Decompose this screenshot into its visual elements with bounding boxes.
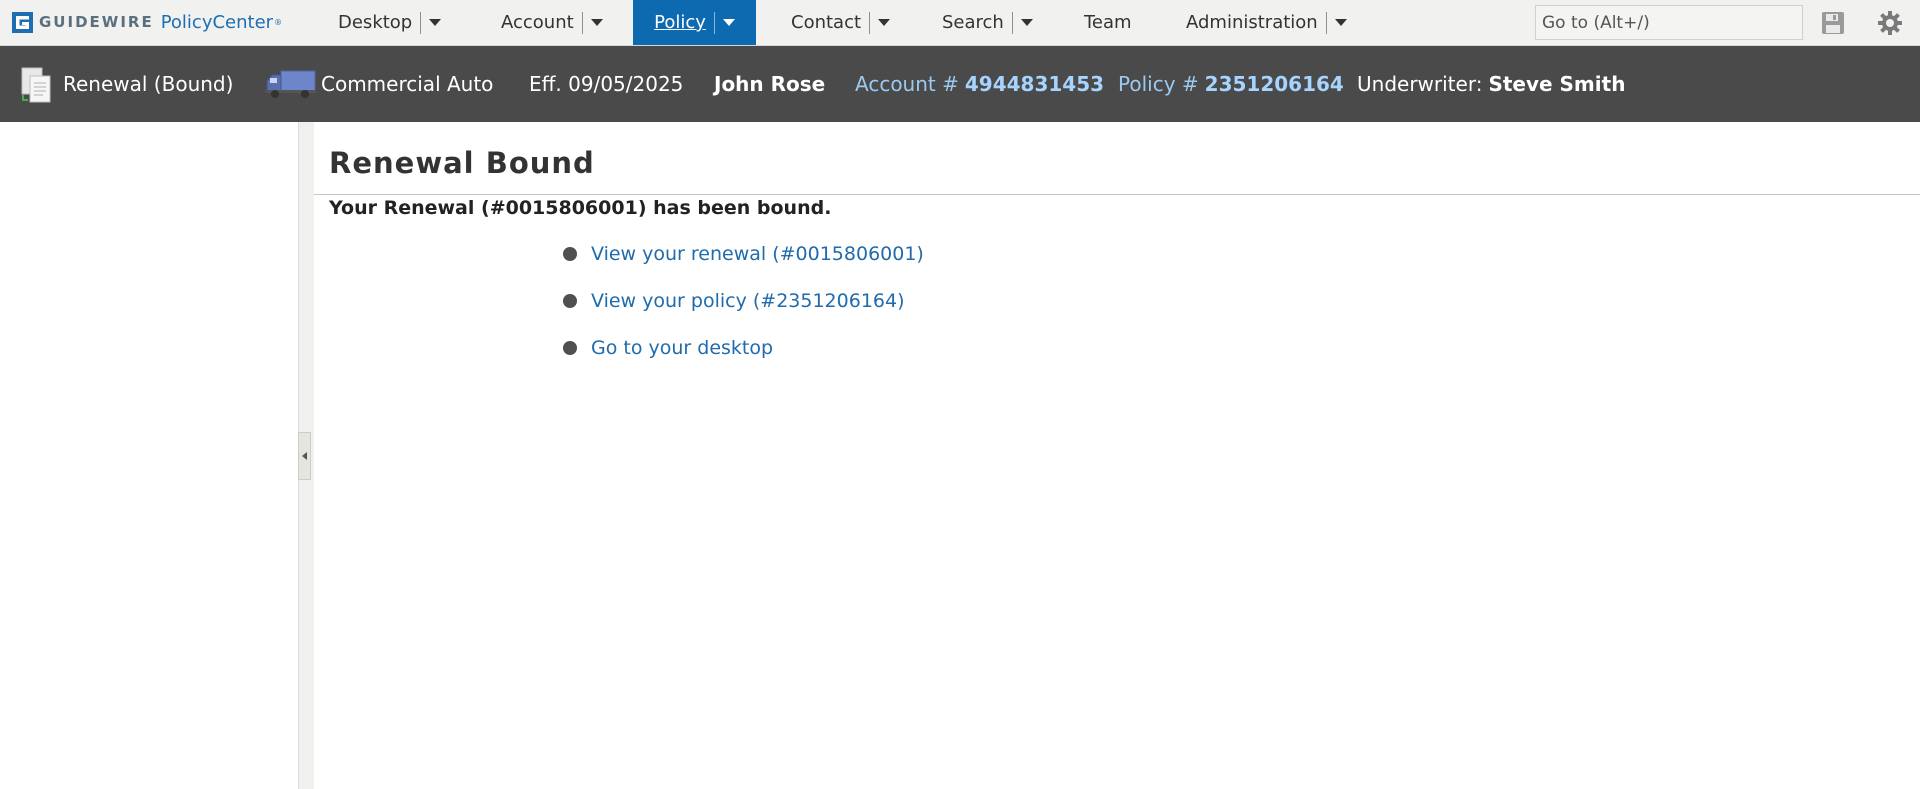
go-to-desktop-link[interactable]: Go to your desktop bbox=[591, 337, 773, 359]
top-nav-bar: GUIDEWIRE PolicyCenter ® Desktop Account… bbox=[0, 0, 1920, 46]
tab-account-label[interactable]: Account bbox=[501, 12, 574, 33]
tab-separator bbox=[420, 11, 422, 34]
settings-gear-icon[interactable] bbox=[1877, 10, 1903, 36]
tab-policy-label[interactable]: Policy bbox=[654, 12, 706, 33]
tab-team[interactable]: Team bbox=[1084, 0, 1132, 45]
page-title: Renewal Bound bbox=[329, 146, 595, 180]
insured-name-text[interactable]: John Rose bbox=[714, 72, 825, 96]
tab-administration[interactable]: Administration bbox=[1186, 0, 1347, 45]
save-icon[interactable] bbox=[1820, 10, 1846, 36]
policy-number[interactable]: 2351206164 bbox=[1205, 72, 1344, 96]
left-sidebar bbox=[0, 122, 298, 789]
account-number[interactable]: 4944831453 bbox=[965, 72, 1104, 96]
chevron-down-icon[interactable] bbox=[429, 19, 442, 26]
insured-name[interactable]: John Rose bbox=[714, 46, 825, 122]
guidewire-logo-icon bbox=[12, 11, 33, 33]
tab-desktop[interactable]: Desktop bbox=[338, 0, 442, 45]
product-name: PolicyCenter bbox=[160, 11, 274, 33]
chevron-left-icon bbox=[302, 452, 307, 460]
effective-date-text: Eff. 09/05/2025 bbox=[529, 72, 684, 96]
next-steps-list: View your renewal (#0015806001) View you… bbox=[563, 230, 924, 371]
underwriter: Underwriter: Steve Smith bbox=[1357, 46, 1625, 122]
effective-date: Eff. 09/05/2025 bbox=[529, 46, 683, 122]
job-status: Renewal (Bound) bbox=[19, 46, 233, 122]
tab-separator bbox=[581, 11, 583, 34]
confirmation-message: Your Renewal (#0015806001) has been boun… bbox=[329, 197, 832, 219]
policy-info-bar: Renewal (Bound) Commercial Auto Eff. 09/… bbox=[0, 46, 1920, 122]
job-status-text: Renewal (Bound) bbox=[63, 72, 234, 96]
tab-separator bbox=[713, 11, 715, 34]
account-label: Account # bbox=[855, 72, 959, 96]
tab-search[interactable]: Search bbox=[942, 0, 1033, 45]
brand-name: GUIDEWIRE bbox=[39, 13, 154, 31]
tab-separator bbox=[869, 11, 871, 34]
sidebar-collapse-button[interactable] bbox=[298, 432, 311, 480]
registered-mark: ® bbox=[274, 17, 283, 27]
list-item: Go to your desktop bbox=[563, 324, 924, 371]
bullet-icon bbox=[563, 293, 577, 308]
tab-search-label[interactable]: Search bbox=[942, 12, 1004, 33]
tab-contact[interactable]: Contact bbox=[791, 0, 891, 45]
tab-team-label[interactable]: Team bbox=[1084, 12, 1132, 33]
bullet-icon bbox=[563, 340, 577, 355]
policy-link[interactable]: Policy # 2351206164 bbox=[1118, 46, 1344, 122]
document-icon bbox=[21, 67, 51, 103]
tab-separator bbox=[1011, 11, 1013, 34]
tab-contact-label[interactable]: Contact bbox=[791, 12, 861, 33]
tab-policy[interactable]: Policy bbox=[633, 0, 756, 45]
main-content: Renewal Bound Your Renewal (#0015806001)… bbox=[314, 122, 1920, 789]
chevron-down-icon[interactable] bbox=[1020, 19, 1033, 26]
policy-label: Policy # bbox=[1118, 72, 1199, 96]
chevron-down-icon[interactable] bbox=[1334, 19, 1347, 26]
chevron-down-icon[interactable] bbox=[722, 19, 735, 26]
goto-search-input[interactable] bbox=[1535, 5, 1803, 40]
tab-separator bbox=[1325, 11, 1327, 34]
underwriter-name: Steve Smith bbox=[1488, 72, 1626, 96]
account-link[interactable]: Account # 4944831453 bbox=[855, 46, 1104, 122]
chevron-down-icon[interactable] bbox=[590, 19, 603, 26]
bullet-icon bbox=[563, 246, 577, 261]
view-renewal-link[interactable]: View your renewal (#0015806001) bbox=[591, 243, 924, 265]
list-item: View your renewal (#0015806001) bbox=[563, 230, 924, 277]
list-item: View your policy (#2351206164) bbox=[563, 277, 924, 324]
tab-desktop-label[interactable]: Desktop bbox=[338, 12, 412, 33]
chevron-down-icon[interactable] bbox=[878, 19, 891, 26]
view-policy-link[interactable]: View your policy (#2351206164) bbox=[591, 290, 905, 312]
guidewire-logo[interactable]: GUIDEWIRE PolicyCenter ® bbox=[12, 9, 282, 35]
truck-icon bbox=[265, 70, 316, 98]
underwriter-label: Underwriter: bbox=[1357, 72, 1483, 96]
title-divider bbox=[314, 194, 1920, 195]
line-of-business-text: Commercial Auto bbox=[321, 72, 494, 96]
line-of-business: Commercial Auto bbox=[265, 46, 493, 122]
tab-account[interactable]: Account bbox=[501, 0, 603, 45]
tab-administration-label[interactable]: Administration bbox=[1186, 12, 1318, 33]
